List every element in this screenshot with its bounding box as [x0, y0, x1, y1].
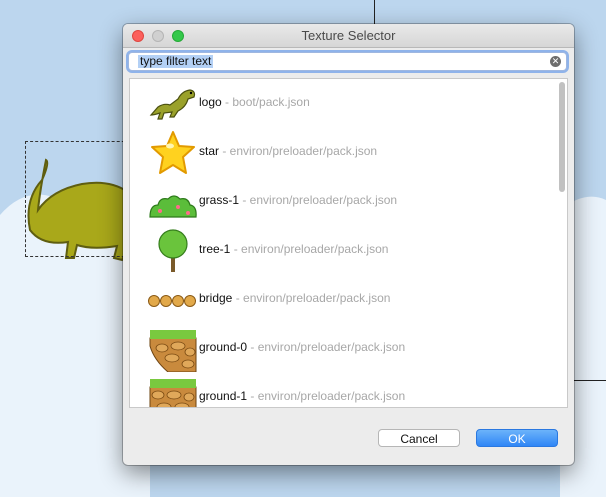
list-item-label: star - environ/preloader/pack.json — [199, 144, 377, 158]
texture-path: - environ/preloader/pack.json — [230, 242, 389, 256]
cancel-button[interactable]: Cancel — [378, 429, 460, 447]
grass-bush-icon — [149, 195, 197, 218]
list-scrollbar[interactable] — [559, 82, 565, 192]
list-item-label: logo - boot/pack.json — [199, 95, 310, 109]
list-item[interactable]: bridge - environ/preloader/pack.json — [130, 275, 550, 324]
texture-path: - environ/preloader/pack.json — [219, 144, 378, 158]
list-item-label: grass-1 - environ/preloader/pack.json — [199, 193, 397, 207]
clear-icon[interactable]: ✕ — [550, 56, 561, 67]
texture-path: - environ/preloader/pack.json — [232, 291, 391, 305]
filter-input-text[interactable]: type filter text — [138, 55, 214, 68]
texture-selector-dialog: Texture Selector type filter text ✕ logo… — [123, 24, 574, 465]
texture-list[interactable]: logo - boot/pack.json star - environ/pre… — [129, 78, 568, 408]
selection-box — [25, 141, 135, 257]
texture-name: logo — [199, 95, 222, 109]
guide-line — [572, 380, 606, 381]
window-title: Texture Selector — [301, 28, 396, 43]
list-item-label: bridge - environ/preloader/pack.json — [199, 291, 390, 305]
texture-path: - environ/preloader/pack.json — [239, 193, 398, 207]
dinosaur-icon — [149, 89, 196, 120]
texture-path: - environ/preloader/pack.json — [247, 340, 406, 354]
ground-block-icon — [149, 379, 197, 407]
ok-button[interactable]: OK — [476, 429, 558, 447]
texture-name: tree-1 — [199, 242, 231, 256]
filter-input[interactable]: type filter text ✕ — [128, 52, 567, 71]
star-icon — [151, 131, 195, 174]
list-item[interactable]: star - environ/preloader/pack.json — [130, 128, 550, 177]
list-item-label: ground-0 - environ/preloader/pack.json — [199, 340, 405, 354]
tree-icon — [158, 229, 188, 272]
texture-name: star — [199, 144, 220, 158]
list-item[interactable]: logo - boot/pack.json — [130, 79, 550, 128]
texture-path: - environ/preloader/pack.json — [247, 389, 406, 403]
texture-path: - boot/pack.json — [221, 95, 310, 109]
guide-line — [374, 0, 375, 26]
list-item[interactable]: grass-1 - environ/preloader/pack.json — [130, 177, 550, 226]
title-bar[interactable]: Texture Selector — [123, 24, 574, 48]
list-item[interactable]: ground-0 - environ/preloader/pack.json — [130, 324, 550, 373]
list-item-label: ground-1 - environ/preloader/pack.json — [199, 389, 405, 403]
list-item[interactable]: tree-1 - environ/preloader/pack.json — [130, 226, 550, 275]
texture-name: grass-1 — [199, 193, 240, 207]
bridge-icon — [148, 295, 196, 307]
ground-block-icon — [149, 330, 197, 372]
texture-name: bridge — [199, 291, 233, 305]
list-item-label: tree-1 - environ/preloader/pack.json — [199, 242, 388, 256]
texture-name: ground-0 — [199, 340, 248, 354]
texture-name: ground-1 — [199, 389, 248, 403]
list-item[interactable]: ground-1 - environ/preloader/pack.json — [130, 373, 550, 407]
